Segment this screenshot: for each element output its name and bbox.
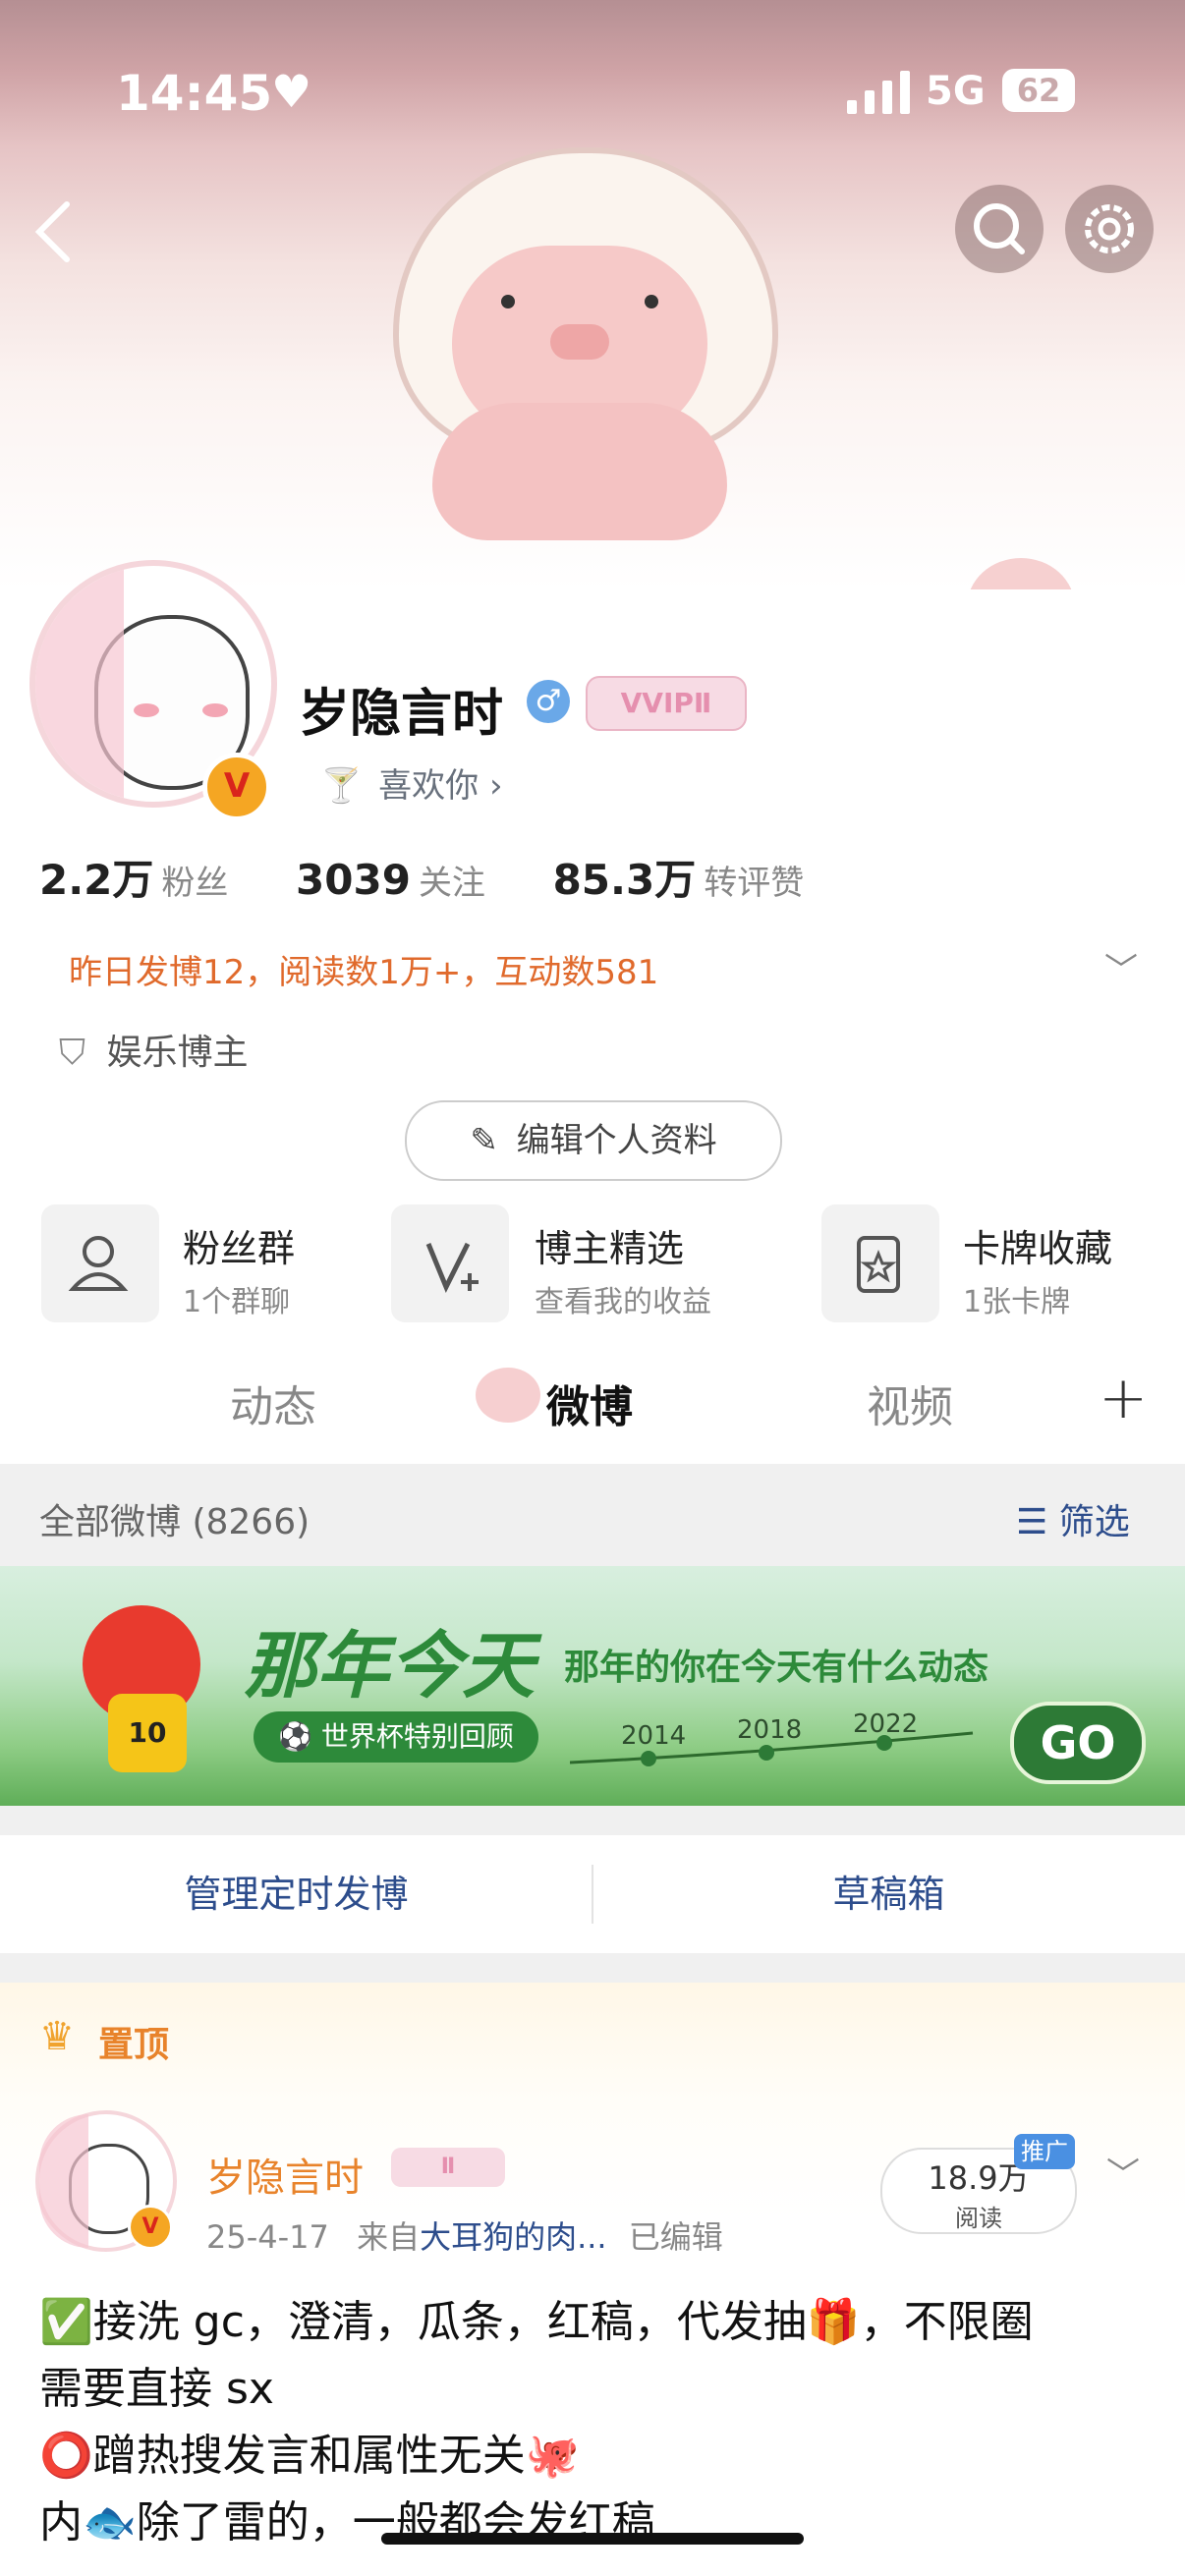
banner-title: 那年今天 [244,1624,535,1708]
all-weibo-count: 全部微博 (8266) [39,1502,310,1542]
post-date: 25-4-17 [206,2218,329,2256]
post-from: 来自 [357,2218,421,2256]
tab-pig-icon [476,1368,540,1423]
post-line: 需要直接 sx [39,2364,274,2414]
card-icon [821,1204,939,1322]
group-icon [41,1204,159,1322]
chevron-down-icon[interactable]: ﹀ [1106,2148,1140,2196]
go-button[interactable]: GO [1010,1702,1146,1784]
banner-year: 2014 [621,1721,687,1751]
stat-following[interactable]: 3039 关注 [296,856,553,904]
crown-icon: ♛ [39,2014,75,2059]
cocktail-icon: 🍸 [320,766,363,806]
profile-stats: 2.2万 粉丝 3039 关注 85.3万 转评赞 [39,847,857,907]
filter-label: 筛选 [1058,1502,1130,1542]
tile-subtitle: 查看我的收益 [535,1285,711,1319]
network-type: 5G [926,69,986,114]
promote-badge[interactable]: 推广 [1014,2134,1075,2169]
mascot-jersey: 10 [108,1694,187,1772]
blogger-tag[interactable]: ⛉ 娱乐博主 [59,1024,248,1075]
post-line: 内🐟除了雷的，一般都会发红稿 [39,2497,655,2548]
vip-badge[interactable]: VVIPⅡ [586,676,747,731]
search-icon [974,203,1025,254]
status-time: 14:45 [116,65,273,122]
pencil-icon: ✎ [470,1121,498,1160]
divider [592,1865,593,1924]
settings-button[interactable] [1065,185,1154,273]
like-link[interactable]: 🍸 喜欢你 › [320,758,503,807]
pinned-label: 置顶 [98,2025,170,2065]
post-verified-badge-icon: V [128,2205,173,2250]
tile-card-collection[interactable]: 卡牌收藏 1张卡牌 [821,1204,1156,1326]
post-edited: 已编辑 [628,2218,723,2256]
cover-pig-illustration [393,147,778,540]
yesterday-summary[interactable]: 昨日发博12，阅读数1万+，互动数581 [69,945,658,993]
edit-profile-button[interactable]: ✎ 编辑个人资料 [405,1100,782,1181]
separator [0,1953,1185,1983]
filter-button[interactable]: ☰ 筛选 [1016,1493,1130,1544]
reads-label: 阅读 [955,2205,1002,2232]
battery-indicator: 62 [1002,69,1075,112]
edit-profile-label: 编辑个人资料 [516,1121,717,1160]
post-line: ⭕蹭热搜发言和属性无关🐙 [39,2431,580,2481]
tab-video[interactable]: 视频 [867,1372,953,1434]
tile-blogger-picks[interactable]: 博主精选 查看我的收益 [391,1204,764,1326]
heart-icon: ♥ [271,65,312,118]
post-source[interactable]: 大耳狗的肉... [420,2218,607,2256]
tile-title: 卡牌收藏 [963,1227,1113,1270]
signal-icon [847,71,910,114]
v-plus-icon [391,1204,509,1322]
banner-year: 2022 [853,1709,919,1739]
tile-title: 博主精选 [535,1227,685,1270]
banner-pill: ⚽ 世界杯特别回顾 [254,1711,538,1763]
post-meta: 25-4-17 来自大耳狗的肉... 已编辑 [206,2212,723,2258]
stat-interactions[interactable]: 85.3万 转评赞 [553,856,858,904]
chevron-down-icon[interactable]: ﹀ [1104,943,1138,991]
small-pig-sticker [967,558,1075,589]
tab-dynamics[interactable]: 动态 [230,1372,316,1434]
profile-name: 岁隐言时 [299,685,504,744]
gear-icon [1085,204,1134,253]
tile-subtitle: 1个群聊 [183,1285,291,1319]
banner-year: 2018 [737,1715,803,1745]
tab-weibo[interactable]: 微博 [546,1372,633,1434]
back-arrow-icon[interactable] [33,200,73,263]
male-gender-icon: ♂ [527,680,570,723]
tile-fan-group[interactable]: 粉丝群 1个群聊 [41,1204,375,1326]
tile-subtitle: 1张卡牌 [963,1285,1071,1319]
filter-icon: ☰ [1016,1502,1048,1542]
shield-icon: ⛉ [59,1033,86,1073]
schedule-posts-button[interactable]: 管理定时发博 [0,1835,592,1953]
post-vip-badge: Ⅱ [391,2148,505,2187]
banner-subtitle: 那年的你在今天有什么动态 [564,1648,989,1688]
blogger-tag-label: 娱乐博主 [106,1033,249,1073]
search-button[interactable] [955,185,1044,273]
post-line: ✅接洗 gc，澄清，瓜条，红稿，代发抽🎁，不限圈 [39,2297,1034,2347]
stat-followers[interactable]: 2.2万 粉丝 [39,856,296,904]
like-link-label: 喜欢你 › [378,766,503,806]
home-indicator[interactable] [381,2533,804,2545]
tile-title: 粉丝群 [183,1227,296,1270]
add-tab-icon[interactable]: + [1099,1364,1148,1432]
drafts-button[interactable]: 草稿箱 [592,1835,1185,1953]
separator [0,1806,1185,1835]
post-author-name[interactable]: 岁隐言时 [206,2146,364,2203]
verified-badge-icon: V [202,753,271,821]
